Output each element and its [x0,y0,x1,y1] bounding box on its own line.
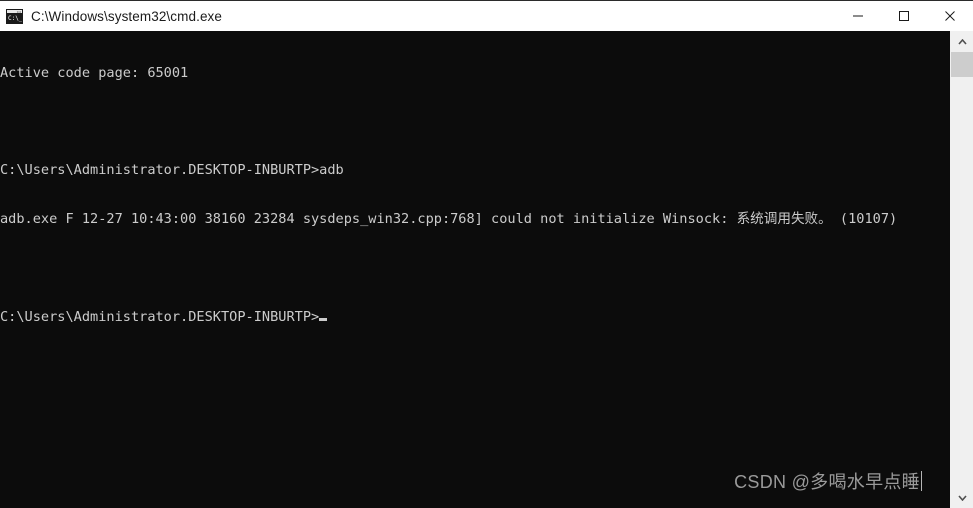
chevron-up-icon [958,38,967,45]
chevron-down-icon [958,494,967,501]
close-button[interactable] [927,1,973,31]
console-line: Active code page: 65001 [0,64,189,81]
cmd-icon-prompt: C:\_ [7,13,22,23]
console-prompt-line: C:\Users\Administrator.DESKTOP-INBURTP> [0,309,950,325]
console-prompt: C:\Users\Administrator.DESKTOP-INBURTP> [0,309,320,326]
watermark-caret-icon [921,471,922,491]
watermark-text: CSDN @多喝水早点睡 [734,472,920,492]
window-title: C:\Windows\system32\cmd.exe [31,8,223,24]
scroll-up-button[interactable] [951,31,973,52]
watermark: CSDN @多喝水早点睡 [734,468,922,494]
scrollbar-track[interactable] [951,52,973,487]
scrollbar-thumb[interactable] [951,52,973,77]
console-line: C:\Users\Administrator.DESKTOP-INBURTP>a… [0,162,344,179]
title-bar[interactable]: ••• C:\_ C:\Windows\system32\cmd.exe [0,1,973,31]
maximize-icon [899,11,909,21]
maximize-button[interactable] [881,1,927,31]
scroll-down-button[interactable] [951,487,973,508]
console-text: Active code page: 65001 C:\Users\Adminis… [0,31,950,358]
console-line: adb.exe F 12-27 10:43:00 38160 23284 sys… [0,211,898,228]
vertical-scrollbar[interactable] [950,31,973,508]
cmd-icon: ••• C:\_ [6,8,23,24]
cmd-window: ••• C:\_ C:\Windows\system32\cmd.exe Act… [0,0,973,508]
window-controls [835,1,973,31]
console-output-area[interactable]: Active code page: 65001 C:\Users\Adminis… [0,31,950,508]
close-icon [945,11,955,21]
minimize-icon [853,15,863,17]
minimize-button[interactable] [835,1,881,31]
text-cursor [319,318,328,322]
